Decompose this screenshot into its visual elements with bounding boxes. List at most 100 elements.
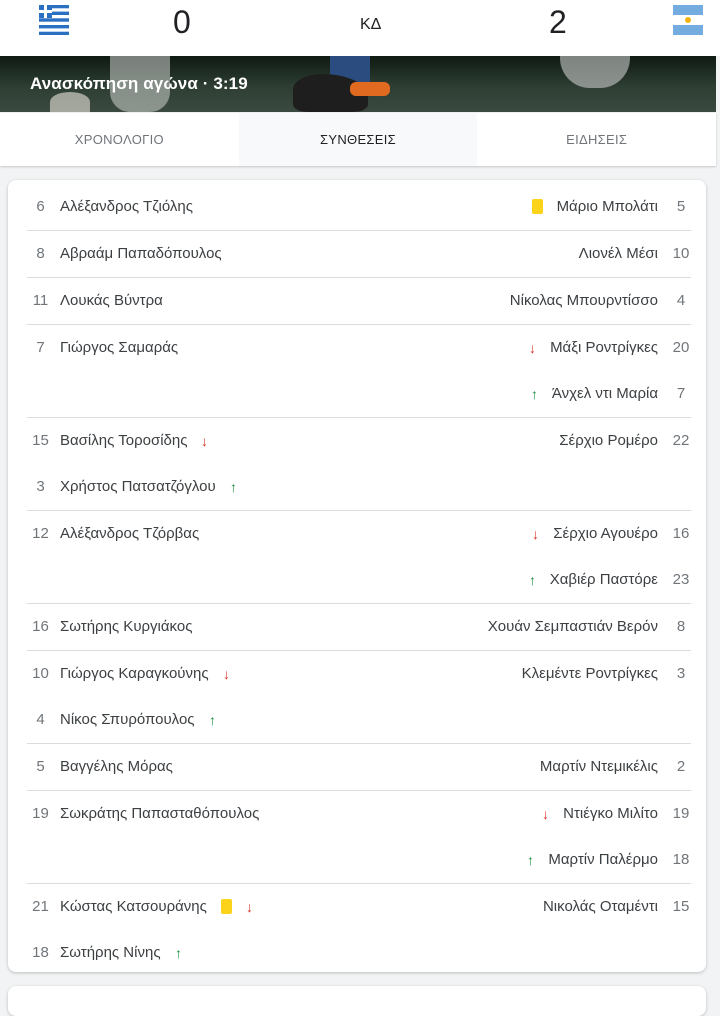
lineup-line: 4 Νίκος Σπυρόπουλος ↑	[27, 697, 691, 743]
away-player-name[interactable]: Νίκολας Μπουρντίσσο	[510, 291, 658, 311]
substitution-out-icon: ↓	[529, 340, 536, 356]
home-player-number: 12	[32, 525, 49, 542]
away-player-events: ↓	[529, 338, 536, 358]
lineup-row: 19 Σωκράτης Παπασταθόπουλος 19 Ντιέγκο Μιλί…	[27, 791, 691, 884]
match-status: ΚΔ	[360, 16, 382, 33]
tab-timeline[interactable]: ΧΡΟΝΟΛΟΓΙΟ	[0, 113, 239, 166]
lineup-row: 15 Βασίλης Τοροσίδης ↓ 22 Σέρχιο Ρομέρο 3 Χρήσ…	[27, 418, 691, 511]
home-player-events: ↓	[221, 897, 253, 917]
home-player-number: 11	[32, 292, 49, 309]
away-player-events: ↑	[529, 570, 536, 590]
away-player-name[interactable]: Λιονέλ Μέσι	[579, 244, 658, 264]
substitution-out-icon: ↓	[201, 433, 208, 449]
greece-flag-icon	[39, 5, 69, 35]
substitution-in-icon: ↑	[175, 945, 182, 961]
away-player-number: 19	[672, 805, 690, 822]
home-player-events: ↑	[230, 477, 237, 497]
lineup-row: 10 Γιώργος Καραγκούνης ↓ 3 Κλεμέντε Ροντρίγκ…	[27, 651, 691, 744]
lineup-line: 7 Άνχελ ντι Μαρία ↑	[27, 371, 691, 417]
home-player-name[interactable]: Νίκος Σπυρόπουλος	[60, 710, 195, 730]
away-player-number: 8	[676, 618, 686, 635]
lineup-line: 18 Μαρτίν Παλέρμο ↑	[27, 837, 691, 883]
lineup-row: 12 Αλέξανδρος Τζόρβας 16 Σέρχιο Αγουέρο ↓ 23 Χ…	[27, 511, 691, 604]
home-player-name[interactable]: Βαγγέλης Μόρας	[60, 757, 173, 777]
substitution-in-icon: ↑	[529, 572, 536, 588]
home-player-name[interactable]: Χρήστος Πατσατζόγλου	[60, 477, 216, 497]
home-player-number: 15	[32, 432, 49, 449]
tab-bar: ΧΡΟΝΟΛΟΓΙΟ ΣΥΝΘΕΣΕΙΣ ΕΙΔΗΣΕΙΣ	[0, 113, 716, 166]
away-player-name[interactable]: Μάξι Ροντρίγκες	[550, 338, 658, 358]
home-player-number: 6	[36, 198, 45, 215]
home-player-name[interactable]: Γιώργος Καραγκούνης	[60, 664, 209, 684]
home-player-name[interactable]: Αβραάμ Παπαδόπουλος	[60, 244, 222, 264]
lineup-line: 8 Αβραάμ Παπαδόπουλος 10 Λιονέλ Μέσι	[27, 231, 691, 277]
home-player-name[interactable]: Κώστας Κατσουράνης	[60, 897, 207, 917]
substitution-in-icon: ↑	[531, 386, 538, 402]
away-player-name[interactable]: Άνχελ ντι Μαρία	[552, 384, 658, 404]
home-player-name[interactable]: Λουκάς Βύντρα	[60, 291, 163, 311]
yellow-card-icon	[221, 899, 232, 914]
lineup-row: 5 Βαγγέλης Μόρας 2 Μαρτίν Ντεμικέλις	[27, 744, 691, 791]
lineup-line: 18 Σωτήρης Νίνης ↑	[27, 930, 691, 976]
lineup-line: 15 Βασίλης Τοροσίδης ↓ 22 Σέρχιο Ρομέρο	[27, 418, 691, 464]
home-player-number: 7	[36, 339, 45, 356]
away-player-number: 7	[676, 385, 686, 402]
away-player-events: ↓	[542, 804, 549, 824]
away-player-number: 4	[676, 292, 686, 309]
tab-lineups[interactable]: ΣΥΝΘΕΣΕΙΣ	[238, 113, 478, 166]
home-player-number: 18	[32, 944, 49, 961]
tab-news[interactable]: ΕΙΔΗΣΕΙΣ	[477, 113, 716, 166]
substitution-in-icon: ↑	[230, 479, 237, 495]
away-player-name[interactable]: Ντιέγκο Μιλίτο	[563, 804, 658, 824]
away-player-events: ↓	[532, 524, 539, 544]
lineup-line: 16 Σωτήρης Κυργιάκος 8 Χουάν Σεμπαστιάν Βερ…	[27, 604, 691, 650]
home-player-number: 19	[32, 805, 49, 822]
away-player-name[interactable]: Μαρτίν Ντεμικέλις	[540, 757, 658, 777]
next-card	[8, 986, 706, 1016]
away-player-number: 2	[676, 758, 686, 775]
away-player-events	[532, 197, 543, 217]
lineups-card: 6 Αλέξανδρος Τζιόλης 5 Μάριο Μπολάτι 8 Αβραάμ…	[8, 180, 706, 972]
away-player-number: 3	[676, 665, 686, 682]
substitution-out-icon: ↓	[542, 806, 549, 822]
away-player-number: 16	[672, 525, 690, 542]
home-player-name[interactable]: Αλέξανδρος Τζιόλης	[60, 197, 193, 217]
highlights-video-banner[interactable]: Ανασκόπηση αγώνα · 3:19	[0, 56, 716, 112]
home-player-number: 10	[32, 665, 49, 682]
scoreboard: 0 ΚΔ 2	[0, 0, 720, 56]
lineup-row: 21 Κώστας Κατσουράνης ↓ 15 Νικολάς Οταμέντι 1…	[27, 884, 691, 976]
home-player-name[interactable]: Βασίλης Τοροσίδης	[60, 431, 187, 451]
highlights-title: Ανασκόπηση αγώνα · 3:19	[30, 74, 248, 93]
home-player-name[interactable]: Σωτήρης Κυργιάκος	[60, 617, 192, 637]
away-player-name[interactable]: Σέρχιο Αγουέρο	[553, 524, 658, 544]
home-player-name[interactable]: Γιώργος Σαμαράς	[60, 338, 178, 358]
home-player-number: 21	[32, 898, 49, 915]
away-player-number: 20	[672, 339, 690, 356]
away-score: 2	[549, 4, 567, 40]
away-player-events: ↑	[527, 850, 534, 870]
away-player-name[interactable]: Κλεμέντε Ροντρίγκες	[522, 664, 658, 684]
lineup-line: 12 Αλέξανδρος Τζόρβας 16 Σέρχιο Αγουέρο ↓	[27, 511, 691, 557]
away-player-name[interactable]: Μαρτίν Παλέρμο	[548, 850, 658, 870]
away-player-name[interactable]: Μάριο Μπολάτι	[557, 197, 658, 217]
home-player-number: 4	[36, 711, 45, 728]
away-player-name[interactable]: Χουάν Σεμπαστιάν Βερόν	[488, 617, 658, 637]
lineup-line: 23 Χαβιέρ Παστόρε ↑	[27, 557, 691, 603]
home-player-name[interactable]: Αλέξανδρος Τζόρβας	[60, 524, 199, 544]
away-player-name[interactable]: Χαβιέρ Παστόρε	[550, 570, 658, 590]
home-player-events: ↑	[175, 943, 182, 963]
substitution-out-icon: ↓	[223, 666, 230, 682]
away-player-number: 15	[672, 898, 690, 915]
home-player-events: ↓	[223, 664, 230, 684]
home-player-name[interactable]: Σωτήρης Νίνης	[60, 943, 161, 963]
away-player-number: 18	[672, 851, 690, 868]
home-player-name[interactable]: Σωκράτης Παπασταθόπουλος	[60, 804, 259, 824]
away-player-events: ↑	[531, 384, 538, 404]
away-player-name[interactable]: Σέρχιο Ρομέρο	[559, 431, 658, 451]
home-player-number: 8	[36, 245, 45, 262]
lineup-line: 11 Λουκάς Βύντρα 4 Νίκολας Μπουρντίσσο	[27, 278, 691, 324]
lineup-line: 10 Γιώργος Καραγκούνης ↓ 3 Κλεμέντε Ροντρίγκ…	[27, 651, 691, 697]
away-player-number: 5	[676, 198, 686, 215]
lineup-line: 19 Σωκράτης Παπασταθόπουλος 19 Ντιέγκο Μιλί…	[27, 791, 691, 837]
away-player-name[interactable]: Νικολάς Οταμέντι	[543, 897, 658, 917]
